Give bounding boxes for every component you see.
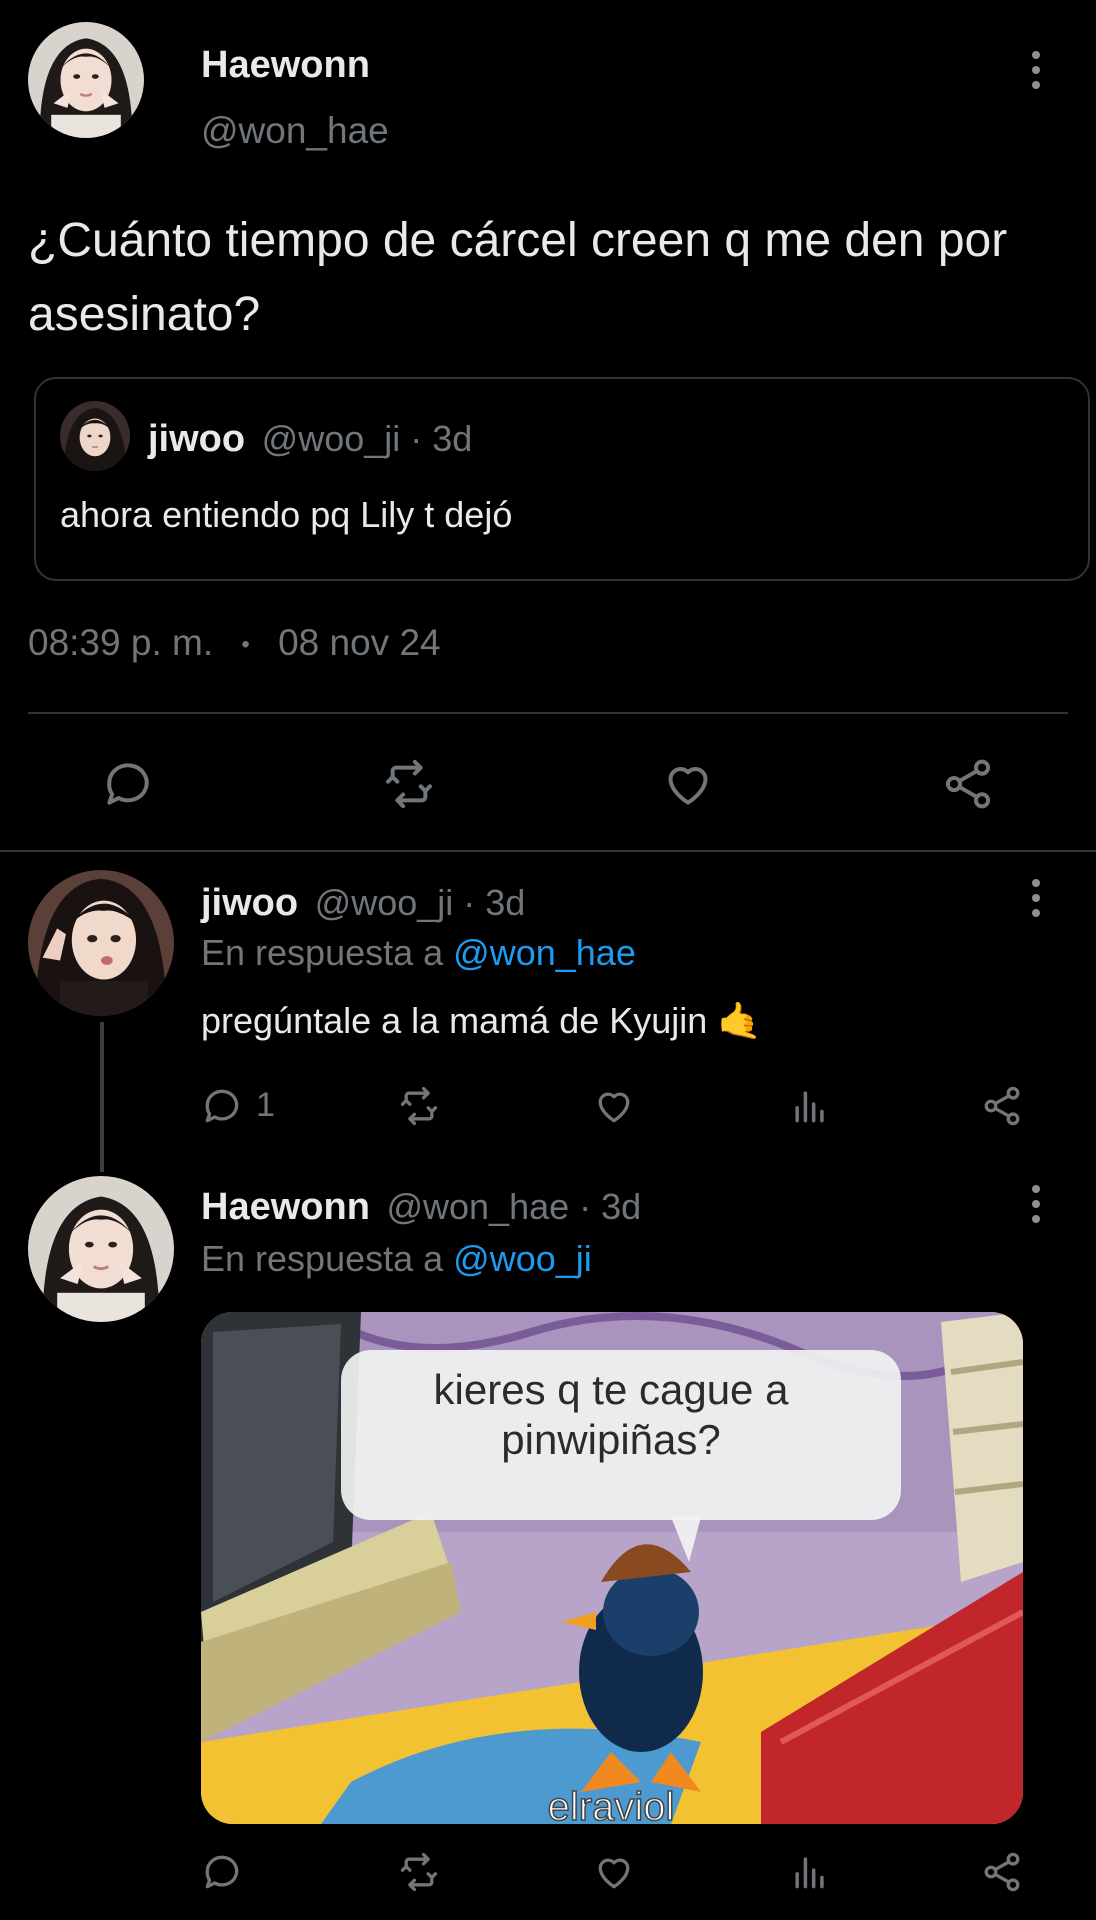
meme-watermark: elraviol (548, 1785, 675, 1824)
meme-bubble-line2: pinwipiñas? (501, 1416, 720, 1463)
avatar-haewonn[interactable] (28, 1176, 174, 1322)
tweet-time: 08:39 p. m. (28, 622, 214, 663)
reply-author-name[interactable]: Haewonn (201, 1186, 370, 1228)
more-icon[interactable] (1026, 1180, 1046, 1228)
reply-author-meta[interactable]: @woo_ji · 3d (315, 882, 526, 923)
thread-line (100, 1022, 104, 1172)
reply-author-name[interactable]: jiwoo (201, 882, 298, 924)
avatar-jiwoo-small (60, 401, 130, 471)
replying-to-link[interactable]: @won_hae (453, 932, 636, 973)
tweet-text: ¿Cuánto tiempo de cárcel creen q me den … (28, 214, 1008, 341)
author-name[interactable]: Haewonn (201, 44, 370, 87)
quoted-header: jiwoo @woo_ji · 3d (148, 418, 472, 461)
tweet-media-image[interactable]: kieres q te cague a pinwipiñas? elraviol (201, 1312, 1023, 1824)
retweet-icon[interactable] (378, 756, 440, 812)
like-icon[interactable] (592, 1084, 636, 1128)
replying-to: En respuesta a @woo_ji (201, 1238, 592, 1280)
avatar-jiwoo[interactable] (28, 870, 174, 1016)
share-icon[interactable] (980, 1084, 1024, 1128)
share-icon[interactable] (980, 1850, 1024, 1894)
replying-to-link[interactable]: @woo_ji (453, 1238, 592, 1279)
like-icon[interactable] (660, 756, 716, 812)
divider (0, 850, 1096, 852)
replying-to: En respuesta a @won_hae (201, 932, 636, 974)
reply-count: 1 (256, 1086, 275, 1124)
retweet-icon[interactable] (394, 1850, 444, 1894)
share-icon[interactable] (940, 756, 996, 812)
more-icon[interactable] (1026, 874, 1046, 922)
quoted-author-meta: @woo_ji · 3d (261, 418, 473, 459)
reply-header: jiwoo @woo_ji · 3d (201, 882, 525, 925)
divider (28, 712, 1068, 714)
tweet-timestamp: 08:39 p. m. • 08 nov 24 (28, 622, 441, 664)
quoted-author-name: jiwoo (148, 418, 246, 460)
quoted-text: ahora entiendo pq Lily t dejó (60, 494, 513, 535)
tweet-date: 08 nov 24 (278, 622, 441, 663)
avatar-haewonn[interactable] (28, 22, 144, 138)
replying-to-label: En respuesta a (201, 932, 454, 973)
call-me-hand-emoji: 🤙 (717, 1001, 763, 1042)
timestamp-separator: • (241, 631, 250, 659)
more-icon[interactable] (1026, 46, 1046, 94)
replying-to-label: En respuesta a (201, 1238, 454, 1279)
meme-bubble-line1: kieres q te cague a (434, 1366, 790, 1413)
author-handle[interactable]: @won_hae (201, 110, 389, 152)
reply-author-meta[interactable]: @won_hae · 3d (386, 1186, 641, 1227)
reply-text-body: pregúntale a la mamá de Kyujin (201, 1000, 708, 1041)
reply-header: Haewonn @won_hae · 3d (201, 1186, 641, 1229)
quoted-tweet[interactable] (34, 377, 1090, 581)
reply-icon[interactable] (100, 756, 156, 812)
reply-text: pregúntale a la mamá de Kyujin 🤙 (201, 1000, 762, 1042)
views-icon[interactable] (788, 1850, 832, 1894)
reply-icon[interactable] (200, 1084, 244, 1128)
views-icon[interactable] (788, 1084, 832, 1128)
like-icon[interactable] (592, 1850, 636, 1894)
reply-icon[interactable] (200, 1850, 244, 1894)
retweet-icon[interactable] (394, 1084, 444, 1128)
